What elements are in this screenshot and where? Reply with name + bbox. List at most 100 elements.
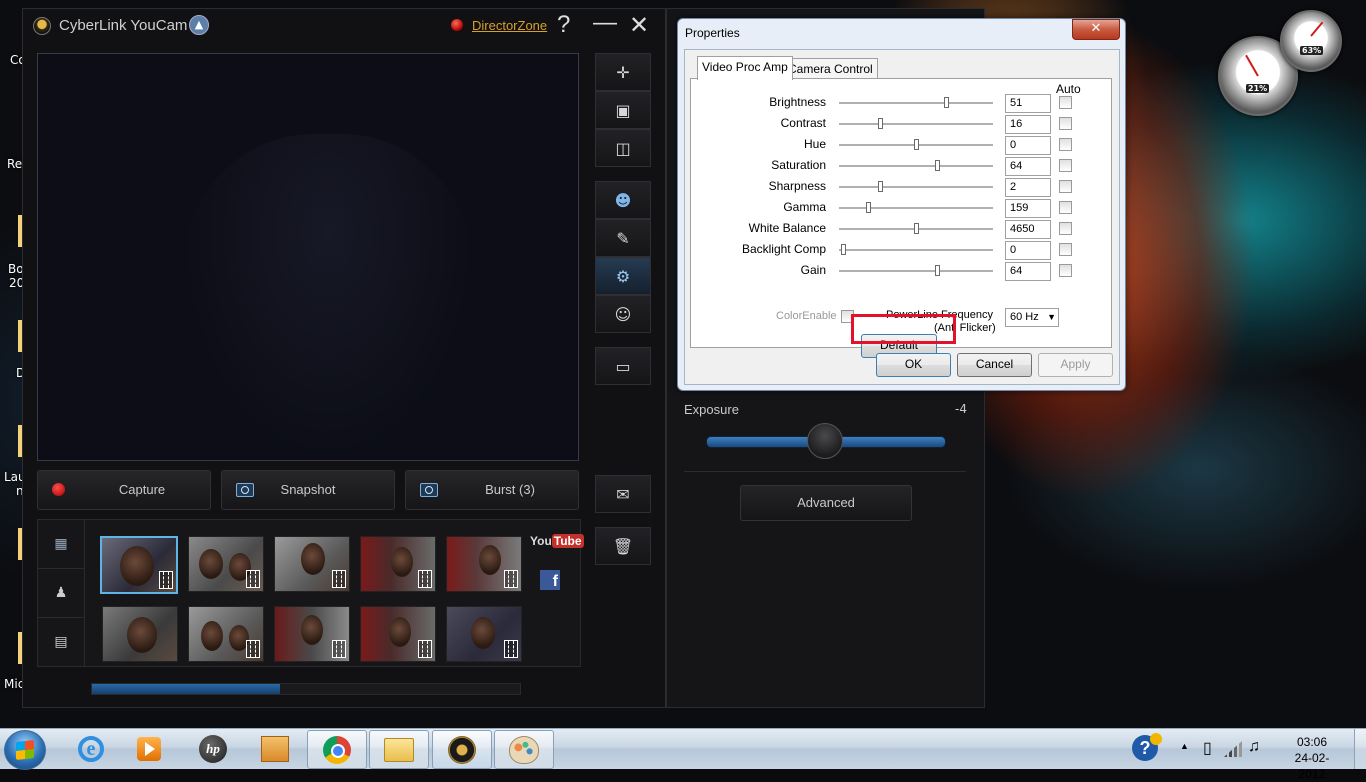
auto-checkbox[interactable]	[1059, 138, 1072, 151]
camera-preview[interactable]	[37, 53, 579, 461]
youcam-titlebar[interactable]: CyberLink YouCam ▲ DirectorZone ? — ✕	[23, 9, 665, 43]
media-thumbnail[interactable]	[102, 606, 178, 662]
taskbar-media-player[interactable]	[120, 730, 178, 767]
taskbar-youcam[interactable]	[432, 730, 492, 769]
property-slider-thumb[interactable]	[914, 223, 919, 234]
settings-tools-button[interactable]: ✛	[595, 53, 651, 91]
filter-all-button[interactable]: ▦	[38, 520, 84, 569]
taskbar-clock[interactable]: 03:06 24-02-2012	[1282, 734, 1342, 782]
taskbar-chrome[interactable]	[307, 730, 367, 769]
apply-button[interactable]: Apply	[1038, 353, 1113, 377]
taskbar-internet-explorer[interactable]: e	[62, 730, 120, 767]
auto-checkbox[interactable]	[1059, 201, 1072, 214]
advanced-button[interactable]: Advanced	[740, 485, 912, 521]
property-value-field[interactable]: 4650	[1005, 220, 1051, 239]
delete-button[interactable]: 🗑	[595, 527, 651, 565]
property-slider-thumb[interactable]	[841, 244, 846, 255]
property-value-field[interactable]: 64	[1005, 157, 1051, 176]
media-thumbnail[interactable]	[100, 536, 178, 594]
auto-checkbox[interactable]	[1059, 159, 1072, 172]
property-slider-thumb[interactable]	[935, 160, 940, 171]
taskbar-explorer[interactable]	[369, 730, 429, 769]
youtube-upload-button[interactable]: You Tube	[530, 534, 584, 548]
media-thumbnail[interactable]	[188, 536, 264, 592]
auto-checkbox[interactable]	[1059, 243, 1072, 256]
exposure-value: -4	[955, 402, 967, 416]
auto-checkbox[interactable]	[1059, 117, 1072, 130]
media-thumbnail[interactable]	[360, 536, 436, 592]
desktop-icon-label[interactable]: Re	[7, 157, 22, 171]
cancel-button[interactable]: Cancel	[957, 353, 1032, 377]
dialog-close-button[interactable]: ✕	[1072, 19, 1120, 40]
surveillance-button[interactable]: ◫	[595, 129, 651, 167]
help-button[interactable]: ?	[557, 11, 570, 39]
property-slider-thumb[interactable]	[866, 202, 871, 213]
burst-label: Burst (3)	[485, 482, 535, 497]
eraser-button[interactable]: ▭	[595, 347, 651, 385]
property-value-field[interactable]: 0	[1005, 136, 1051, 155]
volume-icon[interactable]: ♫	[1248, 738, 1260, 778]
face-tracking-button[interactable]: ☺	[595, 295, 651, 333]
auto-checkbox[interactable]	[1059, 264, 1072, 277]
thumbnail-image	[301, 615, 323, 645]
property-slider-track[interactable]	[839, 270, 993, 273]
directorzone-link[interactable]: DirectorZone	[472, 18, 547, 33]
memory-gauge[interactable]: 63%	[1280, 10, 1342, 72]
start-button[interactable]	[4, 730, 46, 770]
minimize-button[interactable]: —	[593, 9, 617, 37]
network-signal-icon[interactable]	[1224, 741, 1242, 757]
upgrade-arrow-icon[interactable]: ▲	[189, 15, 209, 35]
auto-checkbox[interactable]	[1059, 180, 1072, 193]
property-slider-thumb[interactable]	[914, 139, 919, 150]
property-value-field[interactable]: 51	[1005, 94, 1051, 113]
media-thumbnail[interactable]	[274, 606, 350, 662]
media-thumbnail[interactable]	[360, 606, 436, 662]
media-thumbnail[interactable]	[274, 536, 350, 592]
property-slider-thumb[interactable]	[878, 181, 883, 192]
taskbar-installer[interactable]	[246, 730, 304, 767]
property-slider-thumb[interactable]	[944, 97, 949, 108]
media-thumbnail[interactable]	[188, 606, 264, 662]
battery-icon[interactable]: ▯	[1203, 738, 1212, 778]
filter-videos-button[interactable]: ▤	[38, 618, 84, 666]
exposure-slider-thumb[interactable]	[807, 423, 843, 459]
property-value-field[interactable]: 64	[1005, 262, 1051, 281]
snapshot-button[interactable]: Snapshot	[221, 470, 395, 510]
email-button[interactable]: ✉	[595, 475, 651, 513]
camera-settings-button[interactable]: ⚙	[595, 257, 651, 295]
property-slider-track[interactable]	[839, 207, 993, 210]
show-desktop-button[interactable]	[1354, 729, 1366, 769]
property-value-field[interactable]: 2	[1005, 178, 1051, 197]
property-slider-thumb[interactable]	[935, 265, 940, 276]
property-slider-track[interactable]	[839, 249, 993, 252]
powerline-frequency-select[interactable]: 60 Hz ▼	[1005, 308, 1059, 327]
property-slider-track[interactable]	[839, 165, 993, 168]
auto-checkbox[interactable]	[1059, 222, 1072, 235]
property-value-field[interactable]: 16	[1005, 115, 1051, 134]
close-button[interactable]: ✕	[629, 11, 649, 40]
taskbar-hp[interactable]: hp	[184, 730, 242, 767]
capture-button[interactable]: Capture	[37, 470, 211, 510]
burst-button[interactable]: Burst (3)	[405, 470, 579, 510]
media-thumbnail[interactable]	[446, 536, 522, 592]
tab-video-proc-amp[interactable]: Video Proc Amp	[697, 56, 793, 80]
property-slider-track[interactable]	[839, 186, 993, 189]
property-value-field[interactable]: 159	[1005, 199, 1051, 218]
show-hidden-icons-button[interactable]: ▲	[1180, 741, 1189, 781]
fullscreen-button[interactable]: ▣	[595, 91, 651, 129]
property-slider-thumb[interactable]	[878, 118, 883, 129]
auto-checkbox[interactable]	[1059, 96, 1072, 109]
facebook-upload-button[interactable]: f	[540, 570, 560, 590]
property-slider-track[interactable]	[839, 102, 993, 105]
property-value-field[interactable]: 0	[1005, 241, 1051, 260]
memory-percent: 63%	[1300, 46, 1324, 55]
taskbar-paint[interactable]	[494, 730, 554, 769]
envelope-icon: ✉	[616, 484, 630, 504]
tab-camera-control[interactable]: Camera Control	[783, 58, 878, 80]
media-thumbnail[interactable]	[446, 606, 522, 662]
property-slider-track[interactable]	[839, 123, 993, 126]
ok-button[interactable]: OK	[876, 353, 951, 377]
filter-photos-button[interactable]: ♟	[38, 569, 84, 618]
draw-button[interactable]: ✎	[595, 219, 651, 257]
effects-button[interactable]: ☻	[595, 181, 651, 219]
